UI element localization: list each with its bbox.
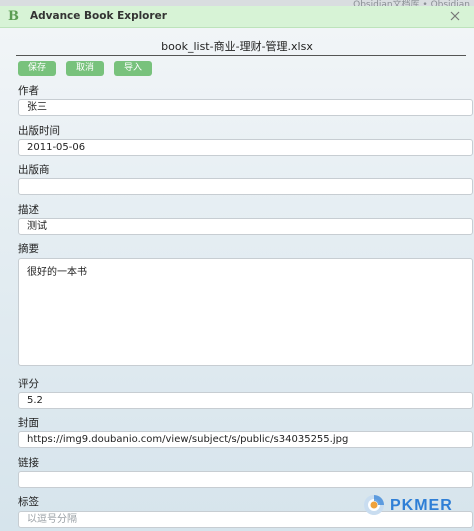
publisher-label: 出版商 bbox=[18, 164, 50, 176]
import-button[interactable]: 导入 bbox=[114, 61, 152, 76]
rating-label: 评分 bbox=[18, 378, 39, 390]
publish-date-input[interactable]: 2011-05-06 bbox=[18, 139, 473, 156]
summary-label: 摘要 bbox=[18, 243, 39, 255]
book-editor-panel: book_list-商业-理财-管理.xlsx 保存 取消 导入 作者 张三 出… bbox=[6, 28, 473, 531]
rating-input[interactable]: 5.2 bbox=[18, 392, 473, 409]
description-input[interactable]: 测试 bbox=[18, 218, 473, 235]
summary-textarea[interactable]: 很好的一本书 bbox=[18, 258, 473, 366]
cancel-button[interactable]: 取消 bbox=[66, 61, 104, 76]
save-button[interactable]: 保存 bbox=[18, 61, 56, 76]
file-title: book_list-商业-理财-管理.xlsx bbox=[161, 40, 313, 53]
pkmer-logo-icon bbox=[364, 495, 384, 515]
modal-titlebar: B Advance Book Explorer bbox=[0, 6, 474, 28]
cover-input[interactable]: https://img9.doubanio.com/view/subject/s… bbox=[18, 431, 473, 448]
publisher-input[interactable] bbox=[18, 178, 473, 195]
cover-label: 封面 bbox=[18, 417, 39, 429]
author-input[interactable]: 张三 bbox=[18, 99, 473, 116]
author-label: 作者 bbox=[18, 85, 39, 97]
description-label: 描述 bbox=[18, 204, 39, 216]
close-button[interactable] bbox=[448, 9, 462, 23]
link-label: 链接 bbox=[18, 457, 39, 469]
publish-date-label: 出版时间 bbox=[18, 125, 60, 137]
app-logo-icon: B bbox=[8, 9, 19, 24]
tags-label: 标签 bbox=[18, 496, 39, 508]
title-divider bbox=[16, 55, 466, 56]
watermark-text: PKMER bbox=[390, 497, 453, 514]
modal-title: Advance Book Explorer bbox=[30, 10, 167, 22]
link-input[interactable] bbox=[18, 471, 473, 488]
close-icon bbox=[450, 11, 460, 21]
pkmer-watermark: PKMER bbox=[360, 493, 470, 517]
